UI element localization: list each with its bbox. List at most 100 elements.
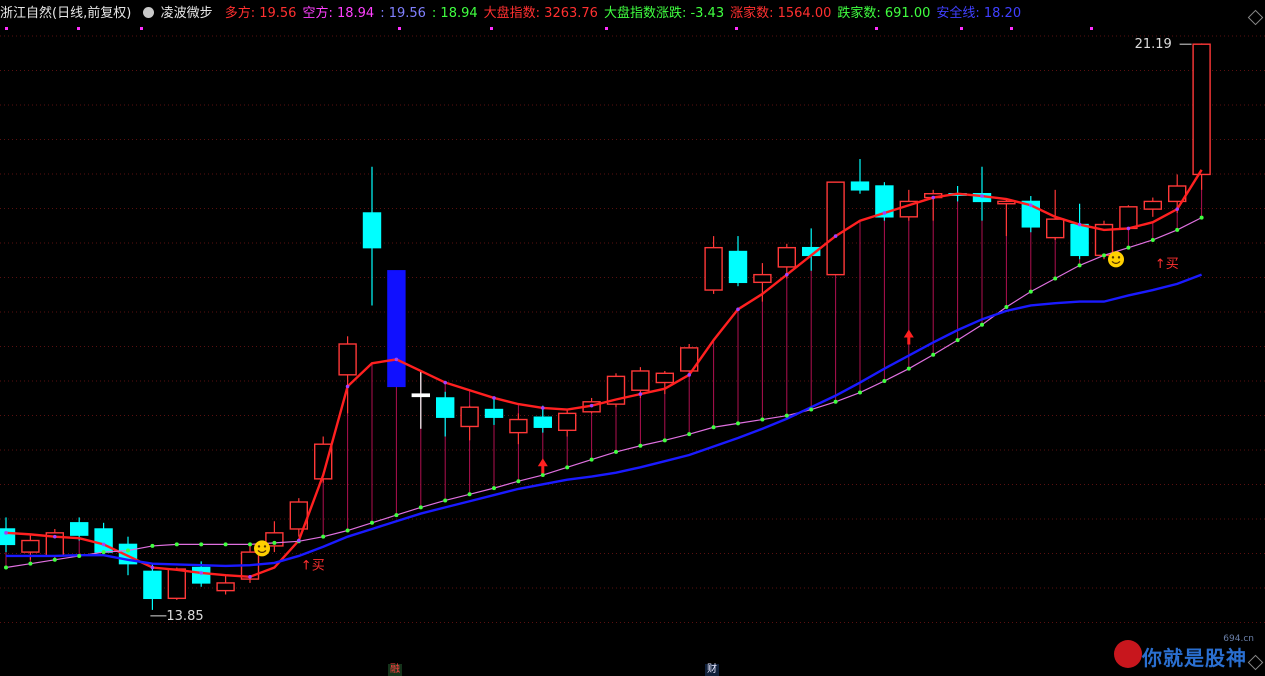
high-price-label: 21.19 [1135, 37, 1172, 52]
bear-line-dot [1126, 245, 1131, 250]
candle-body [0, 528, 16, 546]
bear-line-dot [492, 486, 496, 491]
smiley-eye [257, 545, 261, 548]
bear-line-dot [394, 513, 399, 518]
candle-body [826, 181, 845, 276]
bear-line-dot [589, 457, 594, 462]
bear-line-dot [760, 417, 765, 422]
footer-mark-1[interactable]: 财 [705, 664, 719, 676]
bull-line-dot [980, 194, 984, 198]
buy-arrow-icon [903, 329, 914, 345]
candle-body [631, 370, 650, 391]
bull-line-dot [589, 403, 594, 408]
candle-body [362, 212, 382, 249]
bear-line-dot [150, 543, 155, 548]
bull-line-dot [101, 542, 106, 547]
bull-line-dot [541, 406, 545, 410]
candle-body [533, 416, 552, 428]
candle-body [509, 418, 528, 434]
header-tick [735, 27, 738, 30]
bull-line-dot [1077, 222, 1082, 227]
bull-line-dot [785, 272, 789, 277]
bull-line-dot [931, 195, 935, 200]
bull-line-dot [833, 234, 838, 238]
low-price-label: 13.85 [166, 609, 203, 624]
bear-line-dot [955, 338, 960, 343]
bear-line-dot [28, 561, 33, 566]
bear-line-dot [126, 548, 130, 553]
bear-line-dot [370, 520, 374, 525]
watermark-text: 你就是股神 [1142, 646, 1247, 670]
bear-line-dot [1102, 253, 1106, 258]
footer-mark-0[interactable]: 融 [388, 664, 402, 676]
bear-line-dot [882, 378, 887, 383]
bull-line-dot [1029, 203, 1033, 208]
candle-body [436, 397, 455, 418]
series-line-0 [5, 169, 1203, 578]
bear-line-dot [906, 366, 911, 371]
bull-line-dot [199, 571, 203, 575]
bear-line-dot [931, 352, 936, 357]
candlestick-chart[interactable]: 21.19 13.85 ↑买 ↑买 [0, 0, 1265, 676]
bear-line-dot [1199, 215, 1204, 220]
bear-line-dot [101, 550, 106, 555]
header-tick [960, 27, 963, 30]
bear-line-dot [345, 528, 350, 533]
bear-line-dot [980, 322, 984, 327]
candle-body [704, 246, 723, 291]
bull-line-dot [150, 565, 155, 570]
series-line-1 [5, 217, 1202, 569]
bear-line-dot [614, 449, 618, 454]
bear-line-dot [784, 413, 789, 418]
bull-line-dot [297, 538, 301, 543]
bull-line-dot [638, 392, 643, 396]
bear-line-dot [687, 432, 692, 437]
bull-line-dot [687, 373, 691, 377]
header-tick [875, 27, 878, 30]
bear-line-dot [540, 473, 545, 478]
bear-line-dot [199, 542, 204, 547]
bull-line-dot [492, 396, 496, 400]
bear-line-dot [52, 557, 57, 562]
bear-line-dot [638, 443, 643, 448]
buy-signal-label: ↑买 [301, 558, 325, 573]
bear-line-dot [321, 534, 326, 539]
candle-body [387, 270, 406, 388]
bull-line-dot [1175, 207, 1179, 211]
bull-line-dot [394, 357, 399, 362]
candle-body [1045, 218, 1065, 239]
bear-line-dot [833, 399, 838, 404]
bear-line-dot [223, 542, 228, 547]
bull-line-dot [736, 307, 740, 312]
candle-body [850, 181, 870, 191]
candle-body [143, 570, 162, 600]
bear-line-dot [1004, 305, 1009, 310]
bear-line-dot [1175, 227, 1180, 232]
candle-body [1070, 223, 1089, 257]
bear-line-dot [1150, 237, 1155, 242]
candle-body [21, 539, 40, 553]
candle-body [1192, 43, 1211, 176]
header-tick [1090, 27, 1093, 30]
bear-line-dot [516, 479, 521, 484]
bear-line-dot [272, 540, 277, 545]
bear-line-dot [418, 505, 423, 510]
watermark: 694.cn 你就是股神 [1112, 634, 1262, 676]
candle-body [191, 566, 211, 584]
candle-body [1119, 206, 1138, 230]
header-tick [490, 27, 493, 30]
candle-body [655, 372, 674, 384]
smiley-eye [1111, 256, 1115, 259]
candle-body [411, 393, 430, 398]
bear-line-dot [1053, 276, 1058, 281]
bear-line-dot [1028, 289, 1033, 294]
bear-line-dot [1077, 263, 1082, 268]
smiley-eye [263, 545, 267, 548]
bull-line-dot [248, 574, 252, 579]
header-tick [605, 27, 608, 30]
header-tick [398, 27, 401, 30]
bear-line-dot [4, 565, 8, 570]
bear-line-dot [711, 425, 716, 430]
bear-line-dot [443, 498, 448, 503]
bear-line-dot [736, 421, 740, 426]
